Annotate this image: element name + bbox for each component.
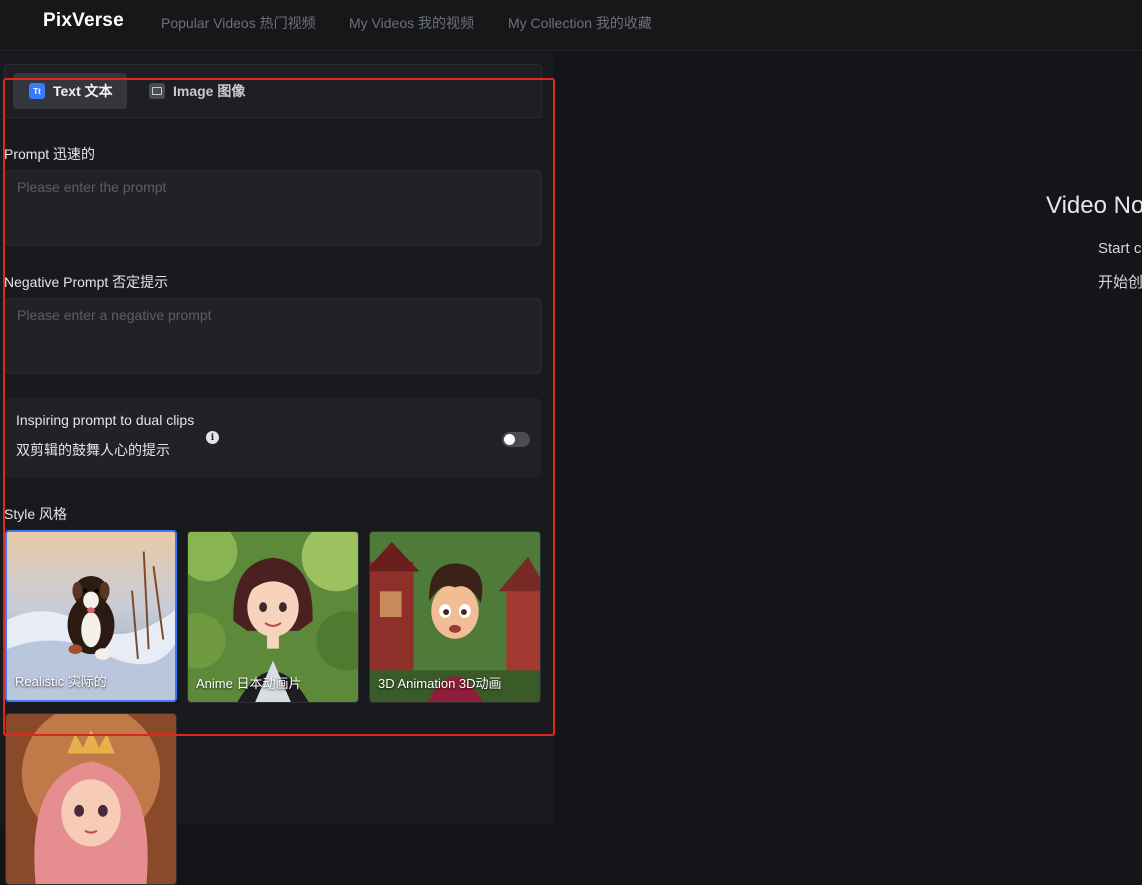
princess-thumbnail — [6, 714, 176, 884]
toggle-knob — [504, 434, 515, 445]
style-option-fantasy[interactable] — [5, 713, 177, 885]
inspiring-prompt-toggle[interactable] — [502, 432, 530, 447]
image-icon — [149, 83, 165, 99]
style-option-label: 3D Animation 3D动画 — [378, 676, 502, 691]
style-option-realistic[interactable]: Realistic 实际的 — [5, 530, 177, 702]
tab-image-label: Image 图像 — [173, 83, 246, 99]
style-label: Style 风格 — [4, 506, 68, 522]
text-icon: Tt — [29, 83, 45, 99]
mode-tab-bar: Tt Text 文本 Image 图像 — [4, 64, 542, 118]
preview-empty-title: Video No — [1046, 192, 1142, 219]
nav-my-collection[interactable]: My Collection 我的收藏 — [508, 13, 652, 33]
tab-text[interactable]: Tt Text 文本 — [13, 73, 127, 109]
inspiring-prompt-panel: Inspiring prompt to dual clips 双剪辑的鼓舞人心的… — [4, 398, 542, 478]
generation-settings-panel: Tt Text 文本 Image 图像 Prompt 迅速的 Negative … — [0, 52, 554, 885]
tab-text-label: Text 文本 — [53, 83, 113, 99]
style-option-3d-animation[interactable]: 3D Animation 3D动画 — [369, 531, 541, 703]
preview-empty-hint-zh: 开始创 — [1098, 274, 1142, 291]
inspiring-prompt-subtitle: 双剪辑的鼓舞人心的提示 — [16, 442, 170, 458]
preview-empty-hint-en: Start c — [1098, 240, 1142, 257]
nav-my-videos[interactable]: My Videos 我的视频 — [349, 13, 474, 33]
style-option-label: Anime 日本动画片 — [196, 676, 302, 691]
prompt-input[interactable] — [4, 170, 542, 246]
top-navigation-bar: PixVerse Popular Videos 热门视频 My Videos 我… — [0, 0, 1142, 51]
info-icon[interactable]: i — [206, 431, 219, 444]
inspiring-prompt-title: Inspiring prompt to dual clips — [16, 412, 195, 428]
pixverse-logo[interactable]: PixVerse — [43, 10, 124, 32]
tab-image[interactable]: Image 图像 — [141, 73, 251, 109]
negative-prompt-input[interactable] — [4, 298, 542, 374]
nav-popular-videos[interactable]: Popular Videos 热门视频 — [161, 13, 316, 33]
style-option-label: Realistic 实际的 — [15, 674, 107, 689]
style-option-anime[interactable]: Anime 日本动画片 — [187, 531, 359, 703]
negative-prompt-label: Negative Prompt 否定提示 — [4, 274, 169, 290]
prompt-label: Prompt 迅速的 — [4, 146, 96, 162]
